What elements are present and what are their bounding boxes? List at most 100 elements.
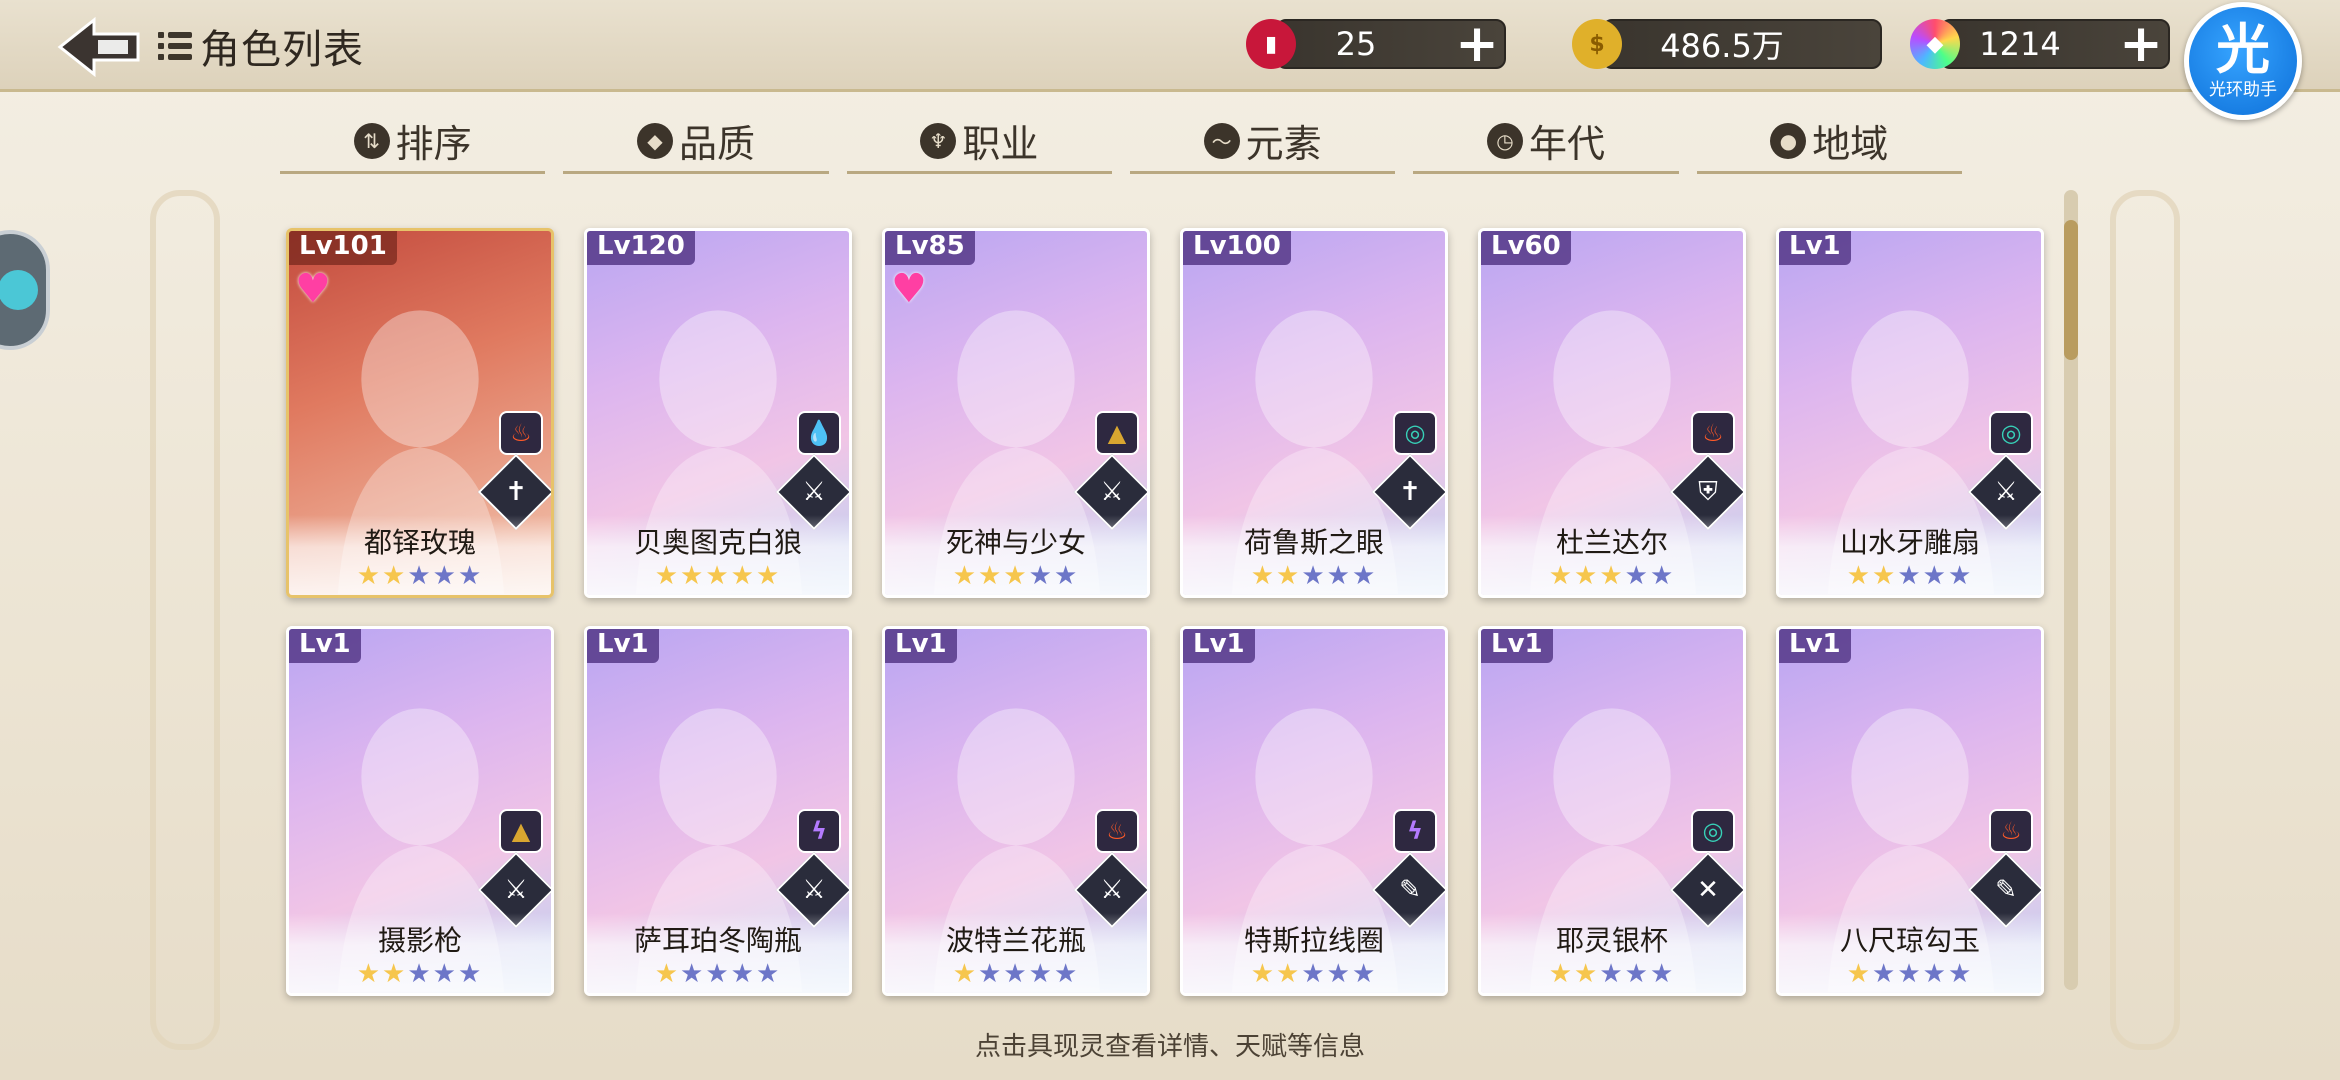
character-card[interactable]: Lv120 💧 ⚔ 贝奥图克白狼 ★★★★★ xyxy=(584,228,852,598)
level-badge: Lv1 xyxy=(289,629,361,663)
star-empty-icon: ★ xyxy=(432,959,458,989)
level-badge: Lv1 xyxy=(1779,629,1851,663)
star-rating: ★★★★★ xyxy=(1481,959,1743,989)
star-empty-icon: ★ xyxy=(1649,561,1676,591)
water-element-icon: 💧 xyxy=(797,411,841,455)
thunder-element-icon: ϟ xyxy=(1393,809,1437,853)
character-card[interactable]: Lv1 ♨ ✎ 八尺琼勾玉 ★★★★★ xyxy=(1776,626,2044,996)
class-glyph: ⚔ xyxy=(802,477,826,507)
filter-tabs: ⇅ 排序 ◆ 品质 ♆ 职业 〜元素 ◷ 年代 ● 地域 xyxy=(280,110,1980,174)
character-name: 耶灵银杯 xyxy=(1555,924,1668,957)
back-button[interactable] xyxy=(54,14,144,80)
class-glyph: ⛨ xyxy=(1698,476,1718,507)
star-rating: ★★★★★ xyxy=(587,959,849,989)
character-card[interactable]: Lv1 ♨ ⚔ 波特兰花瓶 ★★★★★ xyxy=(882,626,1150,996)
star-empty-icon: ★ xyxy=(1624,959,1650,989)
heart-icon: ♥ xyxy=(295,266,331,312)
tab-element[interactable]: 〜元素 xyxy=(1129,110,1396,174)
star-filled-icon: ★ xyxy=(1250,561,1277,591)
tab-region[interactable]: ● 地域 xyxy=(1696,110,1962,174)
gold-value: 486.5万 xyxy=(1602,19,1882,69)
character-card[interactable]: Lv85 ♥ ▲ ⚔ 死神与少女 ★★★★★ xyxy=(882,228,1150,598)
star-empty-icon: ★ xyxy=(1922,959,1948,989)
level-badge: Lv1 xyxy=(1779,231,1851,265)
character-name: 荷鲁斯之眼 xyxy=(1243,526,1384,559)
wind-element-icon: ◎ xyxy=(1691,809,1735,853)
character-name: 都铎玫瑰 xyxy=(363,526,476,559)
side-assistant-avatar[interactable] xyxy=(0,230,50,350)
star-empty-icon: ★ xyxy=(1301,561,1327,591)
star-empty-icon: ★ xyxy=(1053,561,1080,591)
tab-quality[interactable]: ◆ 品质 xyxy=(563,110,829,174)
star-filled-icon: ★ xyxy=(356,561,383,591)
star-filled-icon: ★ xyxy=(1548,959,1575,989)
tab-label: 地域 xyxy=(1812,122,1889,166)
star-filled-icon: ★ xyxy=(382,561,408,591)
add-stamina-button[interactable]: + xyxy=(1452,18,1502,70)
level-badge: Lv1 xyxy=(885,629,957,663)
assistant-button[interactable]: 光 光环助手 xyxy=(2184,2,2302,120)
character-card[interactable]: Lv101 ♥ ♨ ✝ 都铎玫瑰 ★★★★★ xyxy=(286,228,554,598)
wind-element-icon: ◎ xyxy=(1989,411,2033,455)
character-card[interactable]: Lv1 ◎ ✕ 耶灵银杯 ★★★★★ xyxy=(1478,626,1746,996)
assistant-icon: 光 xyxy=(2216,18,2270,81)
era-icon: ◷ xyxy=(1486,122,1523,159)
star-filled-icon: ★ xyxy=(382,959,408,989)
star-filled-icon: ★ xyxy=(1574,959,1600,989)
character-card[interactable]: Lv100 ◎ ✝ 荷鲁斯之眼 ★★★★★ xyxy=(1180,228,1448,598)
character-card[interactable]: Lv1 ▲ ⚔ 摄影枪 ★★★★★ xyxy=(286,626,554,996)
level-badge: Lv120 xyxy=(587,231,695,265)
character-card[interactable]: Lv1 ◎ ⚔ 山水牙雕扇 ★★★★★ xyxy=(1776,228,2044,598)
assistant-label: 光环助手 xyxy=(2209,80,2277,100)
tab-era[interactable]: ◷ 年代 xyxy=(1413,110,1679,174)
gem-icon: ◆ xyxy=(636,122,673,159)
star-empty-icon: ★ xyxy=(432,561,458,591)
tab-label: 排序 xyxy=(395,122,472,166)
star-rating: ★★★★★ xyxy=(289,561,551,591)
character-name: 摄影枪 xyxy=(377,924,462,957)
star-rating: ★★★★★ xyxy=(587,561,849,591)
class-glyph: ⚔ xyxy=(1100,875,1124,905)
star-filled-icon: ★ xyxy=(654,561,681,591)
star-filled-icon: ★ xyxy=(356,959,383,989)
star-rating: ★★★★★ xyxy=(289,959,551,989)
star-empty-icon: ★ xyxy=(1624,561,1650,591)
star-empty-icon: ★ xyxy=(1003,959,1029,989)
character-card[interactable]: Lv1 ϟ ⚔ 萨耳珀冬陶瓶 ★★★★★ xyxy=(584,626,852,996)
star-empty-icon: ★ xyxy=(1326,959,1352,989)
character-card[interactable]: Lv60 ♨ ⛨ 杜兰达尔 ★★★★★ xyxy=(1478,228,1746,598)
star-filled-icon: ★ xyxy=(755,561,782,591)
scrollbar[interactable] xyxy=(2064,190,2078,990)
tab-job[interactable]: ♆ 职业 xyxy=(846,110,1112,174)
fire-element-icon: ♨ xyxy=(1989,809,2033,853)
star-empty-icon: ★ xyxy=(1326,561,1352,591)
scroll-thumb[interactable] xyxy=(2064,220,2078,360)
character-card[interactable]: Lv1 ϟ ✎ 特斯拉线圈 ★★★★★ xyxy=(1180,626,1448,996)
add-gem-button[interactable]: + xyxy=(2116,18,2166,70)
star-filled-icon: ★ xyxy=(654,959,681,989)
class-glyph: ⚔ xyxy=(504,875,528,905)
class-glyph: ⚔ xyxy=(802,875,826,905)
star-rating: ★★★★★ xyxy=(1183,959,1445,989)
character-name: 山水牙雕扇 xyxy=(1839,526,1980,559)
fire-element-icon: ♨ xyxy=(1095,809,1139,853)
job-icon: ♆ xyxy=(920,122,957,159)
right-frame-decoration xyxy=(2110,190,2180,1050)
tab-sort[interactable]: ⇅ 排序 xyxy=(280,110,546,174)
star-empty-icon: ★ xyxy=(407,959,433,989)
star-empty-icon: ★ xyxy=(407,561,433,591)
star-empty-icon: ★ xyxy=(1599,959,1625,989)
tab-label: 职业 xyxy=(962,122,1039,166)
list-icon xyxy=(158,29,192,63)
fire-element-icon: ♨ xyxy=(499,411,543,455)
character-name: 萨耳珀冬陶瓶 xyxy=(633,924,802,957)
star-filled-icon: ★ xyxy=(952,959,979,989)
earth-element-icon: ▲ xyxy=(1095,411,1139,455)
star-empty-icon: ★ xyxy=(1028,959,1054,989)
star-filled-icon: ★ xyxy=(680,561,706,591)
star-empty-icon: ★ xyxy=(1897,959,1923,989)
rainbow-gem-icon: ◆ xyxy=(1910,19,1960,69)
gold-coin-icon: $ xyxy=(1572,19,1622,69)
star-filled-icon: ★ xyxy=(1250,959,1277,989)
level-badge: Lv1 xyxy=(587,629,659,663)
